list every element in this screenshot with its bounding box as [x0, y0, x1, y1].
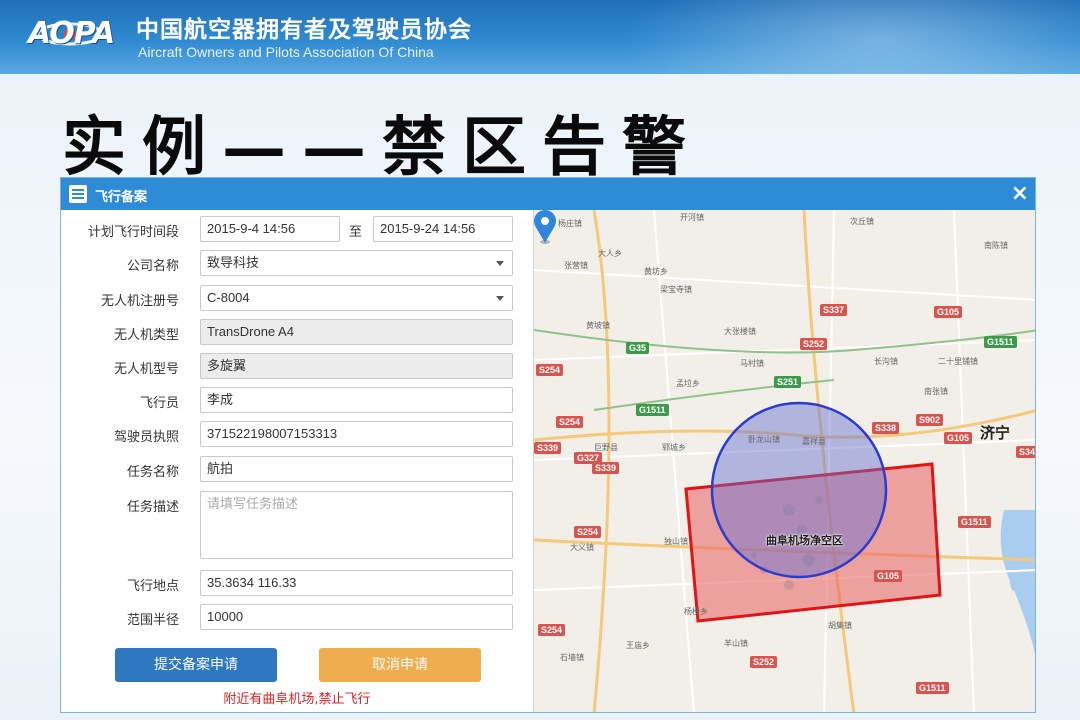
license-input[interactable]: 371522198007153313 [200, 421, 513, 447]
flight-filing-dialog: 飞行备案 × 计划飞行时间段 2015-9-4 14:56 至 2015-9-2… [60, 177, 1036, 713]
road-badge: S252 [800, 338, 828, 350]
town-label: 郓城乡 [662, 443, 686, 452]
road-badge: G327 [574, 452, 603, 464]
logo-text: AOPA [28, 16, 115, 51]
road-badge: G105 [874, 570, 903, 582]
company-select[interactable]: 致导科技 [200, 250, 513, 276]
task-name-label: 任务名称 [126, 465, 179, 480]
road-badge: S339 [534, 442, 562, 454]
location-input[interactable]: 35.3634 116.33 [200, 570, 513, 596]
town-label: 马村镇 [740, 359, 764, 368]
time-separator: 至 [349, 225, 363, 240]
road-badge: G105 [934, 306, 963, 318]
time-range-label: 计划飞行时间段 [87, 225, 179, 240]
registration-select[interactable]: C-8004 [200, 285, 513, 311]
road-badge: S254 [556, 416, 584, 428]
town-label: 二十里铺镇 [938, 357, 978, 366]
road-badge: S337 [820, 304, 848, 316]
cancel-filing-button[interactable]: 取消申请 [319, 648, 481, 682]
city-label: 济宁 [980, 424, 1011, 442]
town-label: 卧龙山镇 [748, 435, 780, 444]
town-label: 独山镇 [664, 537, 688, 546]
road-badge: S902 [916, 414, 944, 426]
road-badge: S254 [538, 624, 566, 636]
end-time-input[interactable]: 2015-9-24 14:56 [373, 216, 513, 242]
task-desc-label: 任务描述 [126, 500, 179, 515]
town-label: 巨野县 [594, 443, 618, 452]
town-label: 孟垃乡 [676, 379, 700, 388]
submit-filing-button[interactable]: 提交备案申请 [115, 648, 277, 682]
org-name-cn: 中国航空器拥有者及驾驶员协会 [136, 17, 472, 43]
pilot-input[interactable]: 李成 [200, 387, 513, 413]
no-fly-warning: 附近有曲阜机场,禁止飞行 [223, 692, 371, 707]
town-label: 王庙乡 [626, 641, 650, 650]
document-icon [69, 185, 87, 203]
town-label: 羊山镇 [724, 639, 748, 648]
road-badge: G1511 [916, 682, 949, 694]
dialog-header: 飞行备案 × [61, 178, 1035, 210]
town-label: 大义镇 [570, 543, 594, 552]
road-badge: G1511 [636, 404, 669, 416]
town-label: 大人乡 [598, 249, 622, 258]
radius-input[interactable]: 10000 [200, 604, 513, 630]
road-badge: S338 [872, 422, 900, 434]
org-name-en: Aircraft Owners and Pilots Association O… [138, 44, 434, 60]
drone-type-label: 无人机类型 [113, 328, 179, 343]
road-badge: G1511 [958, 516, 991, 528]
filing-form: 计划飞行时间段 2015-9-4 14:56 至 2015-9-24 14:56… [61, 210, 533, 712]
company-label: 公司名称 [126, 259, 179, 274]
dialog-title: 飞行备案 [95, 190, 148, 205]
town-label: 南陈镇 [984, 241, 1008, 250]
road-badge: G35 [626, 342, 650, 354]
map-view[interactable]: G35 S337 G105 S252 G1511 S254 S251 G1511… [533, 210, 1035, 712]
radius-label: 范围半径 [126, 613, 179, 628]
drone-model-field: 多旋翼 [200, 353, 513, 379]
town-label: 大张楼镇 [724, 327, 756, 336]
task-desc-textarea[interactable]: 请填写任务描述 [200, 491, 513, 559]
road-badge: S254 [574, 526, 602, 538]
page-title: 实例——禁区告警 [62, 110, 702, 185]
start-time-input[interactable]: 2015-9-4 14:56 [200, 216, 340, 242]
task-name-input[interactable]: 航拍 [200, 456, 513, 482]
map-pin-icon[interactable] [534, 210, 556, 244]
restricted-zone-label: 曲阜机场净空区 [766, 534, 843, 547]
town-label: 杨楼乡 [684, 607, 708, 616]
town-label: 黄坊乡 [644, 267, 668, 276]
registration-label: 无人机注册号 [100, 294, 179, 309]
road-badge: G1511 [984, 336, 1017, 348]
road-badge: S254 [536, 364, 564, 376]
close-icon[interactable]: × [1011, 181, 1029, 206]
town-label: 南张镇 [924, 387, 948, 396]
road-badge: G105 [944, 432, 973, 444]
town-label: 杨庄镇 [558, 219, 582, 228]
town-label: 次丘镇 [850, 217, 874, 226]
pilot-label: 飞行员 [139, 396, 179, 411]
town-label: 梁宝寺镇 [660, 285, 692, 294]
header-banner: AOPA 中国航空器拥有者及驾驶员协会 Aircraft Owners and … [0, 0, 1080, 74]
town-label: 石墙镇 [560, 653, 584, 662]
town-label: 开河镇 [680, 213, 704, 222]
town-label: 张营镇 [564, 261, 588, 270]
road-badge: S251 [774, 376, 802, 388]
road-badge: S252 [750, 656, 778, 668]
town-label: 嘉祥县 [802, 437, 826, 446]
drone-model-label: 无人机型号 [113, 362, 179, 377]
drone-type-field: TransDrone A4 [200, 319, 513, 345]
location-label: 飞行地点 [126, 579, 179, 594]
town-label: 胡集镇 [828, 621, 852, 630]
town-label: 黄坡镇 [586, 321, 610, 330]
town-label: 长沟镇 [874, 357, 898, 366]
road-badge: S34 [1016, 446, 1035, 458]
license-label: 驾驶员执照 [113, 430, 179, 445]
